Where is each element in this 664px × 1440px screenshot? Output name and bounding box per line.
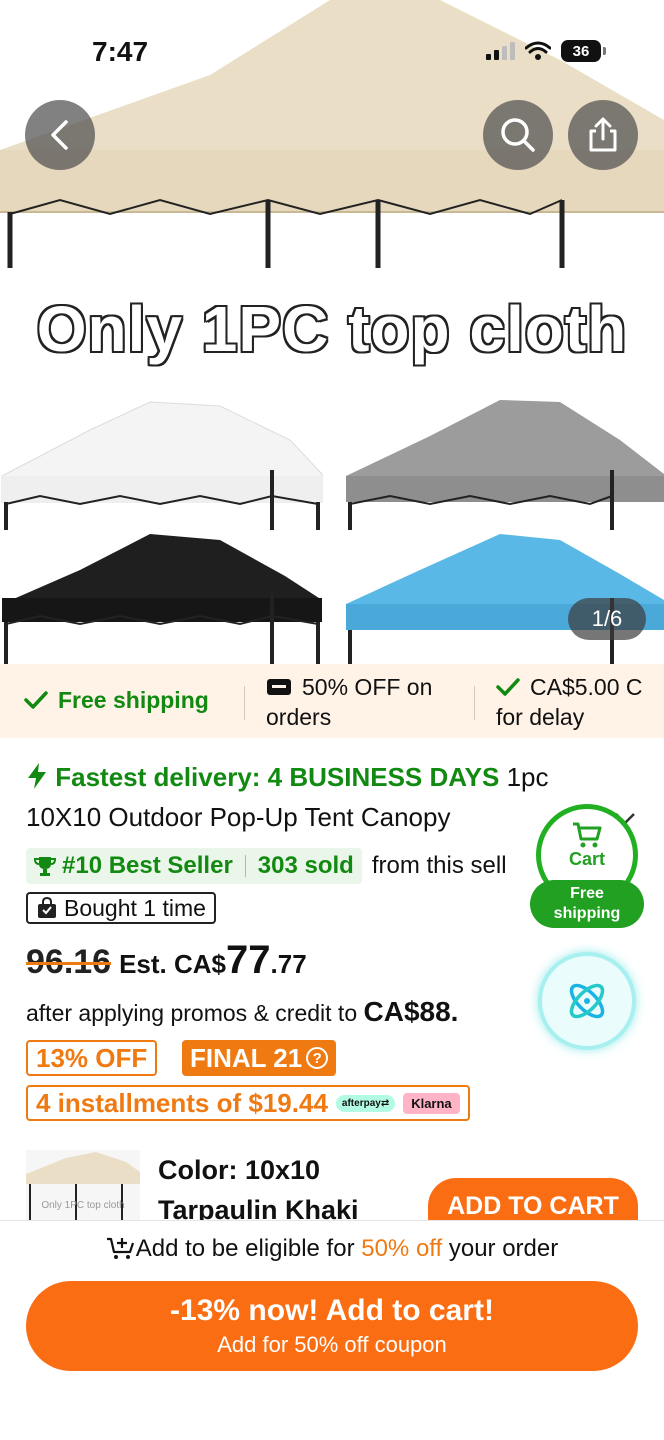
sold-count: 303 sold xyxy=(257,852,354,879)
perk-free-shipping-label: Free shipping xyxy=(58,687,209,713)
thumbnail-caption: Only 1PC top cloth xyxy=(41,1200,125,1211)
cta-sub-label: Add for 50% off coupon xyxy=(217,1332,447,1357)
perk-delay-credit: CA$5.00 C for delay xyxy=(496,672,643,732)
eligible-suffix: your order xyxy=(442,1235,559,1262)
check-icon xyxy=(24,691,48,709)
sku-thumbnail[interactable]: Only 1PC top cloth xyxy=(26,1150,140,1220)
sku-color-label: Color: 10x10 Tarpaulin Khaki xyxy=(158,1150,359,1230)
perk-free-shipping: Free shipping xyxy=(24,685,209,715)
search-icon xyxy=(501,118,535,152)
ai-assistant-icon xyxy=(569,983,605,1019)
image-caption: Only 1PC top cloth xyxy=(36,293,628,365)
free-shipping-badge: Free shipping xyxy=(530,880,644,928)
afterpay-logo: afterpay⇄ xyxy=(335,1094,396,1112)
floating-cart-label: Cart xyxy=(568,849,605,869)
installments-label: 4 installments of $19.44 xyxy=(36,1087,328,1118)
question-icon: ? xyxy=(306,1047,329,1069)
ai-assistant-button[interactable] xyxy=(538,952,636,1050)
klarna-logo: Klarna xyxy=(403,1092,460,1114)
price-row: 96.16 Est. CA$ 77 .77 xyxy=(26,938,307,983)
free-line1: Free xyxy=(570,885,604,902)
cta-main-label: -13% now! Add to cart! xyxy=(170,1294,494,1327)
perk-divider xyxy=(474,686,475,720)
bottom-action-bar: Add to be eligible for 50% off your orde… xyxy=(0,1220,664,1440)
status-icons: 36 xyxy=(486,40,606,62)
signal-icon xyxy=(486,42,515,60)
wifi-icon xyxy=(525,41,551,60)
fastest-delivery-label: Fastest delivery: 4 BUSINESS DAYS xyxy=(55,762,500,792)
promo-amount: CA$88. xyxy=(363,996,459,1027)
perk-discount: 50% OFF on orders xyxy=(266,672,432,732)
eligibility-text: Add to be eligible for 50% off your orde… xyxy=(0,1235,664,1263)
battery-tip xyxy=(603,47,606,55)
perk-delay-line1: CA$5.00 C xyxy=(530,674,643,700)
perk-delay-line2: for delay xyxy=(496,704,585,730)
back-arrow-icon xyxy=(51,120,68,150)
share-icon xyxy=(589,117,617,152)
cart-plus-icon xyxy=(106,1237,134,1259)
perks-bar[interactable]: Free shipping 50% OFF on orders CA$5.00 … xyxy=(0,664,664,738)
original-price: 96.16 xyxy=(26,943,112,981)
shopping-bag-icon xyxy=(38,897,56,918)
search-button[interactable] xyxy=(483,100,553,170)
image-counter: 1/6 xyxy=(568,598,646,640)
product-title-line2: 10X10 Outdoor Pop-Up Tent Canopy xyxy=(26,802,451,832)
product-image-gallery[interactable]: 7:47 36 Only 1PC top cloth 1/6 xyxy=(0,0,664,664)
product-title-line1: Fastest delivery: 4 BUSINESS DAYS 1pc xyxy=(26,760,646,794)
add-to-cart-cta[interactable]: -13% now! Add to cart! Add for 50% off c… xyxy=(26,1281,638,1371)
eligible-highlight: 50% off xyxy=(361,1235,443,1262)
status-time: 7:47 xyxy=(92,36,149,67)
final-countdown-chip[interactable]: FINAL 21 ? xyxy=(182,1040,337,1076)
check-icon xyxy=(496,678,520,696)
final-label: FINAL 21 xyxy=(190,1042,303,1073)
price-cents: .77 xyxy=(270,949,307,979)
perk-divider xyxy=(244,686,245,720)
coupon-icon xyxy=(267,679,291,695)
share-button[interactable] xyxy=(568,100,638,170)
best-seller-chip[interactable]: #10 Best Seller 303 sold xyxy=(26,848,362,884)
cart-icon xyxy=(573,822,602,848)
promo-line: after applying promos & credit to CA$88. xyxy=(26,996,458,1028)
chip-separator xyxy=(244,855,246,877)
title-start: 1pc xyxy=(499,762,549,792)
price-main: 77 xyxy=(226,938,271,982)
eligible-prefix: Add to be eligible for xyxy=(135,1235,362,1262)
trophy-icon xyxy=(34,857,56,876)
battery-indicator: 36 xyxy=(561,40,601,62)
bought-badge: Bought 1 time xyxy=(26,892,216,924)
perk-discount-line2: orders xyxy=(266,704,332,730)
lightning-icon xyxy=(28,763,46,789)
perk-discount-line1: 50% OFF on xyxy=(302,674,433,700)
sold-suffix: from this sell xyxy=(371,852,507,879)
bought-label: Bought 1 time xyxy=(64,894,206,921)
discount-chip: 13% OFF xyxy=(26,1040,158,1076)
best-seller-label: #10 Best Seller xyxy=(62,852,233,879)
best-seller-row: #10 Best Seller 303 sold from this sell xyxy=(26,848,507,884)
sku-line1: Color: 10x10 xyxy=(158,1155,321,1185)
installments-chip[interactable]: 4 installments of $19.44 afterpay⇄ Klarn… xyxy=(26,1085,470,1121)
back-button[interactable] xyxy=(25,100,95,170)
est-label: Est. CA$ xyxy=(119,949,227,979)
free-line2: shipping xyxy=(553,905,621,922)
promo-text: after applying promos & credit to xyxy=(26,1000,364,1026)
